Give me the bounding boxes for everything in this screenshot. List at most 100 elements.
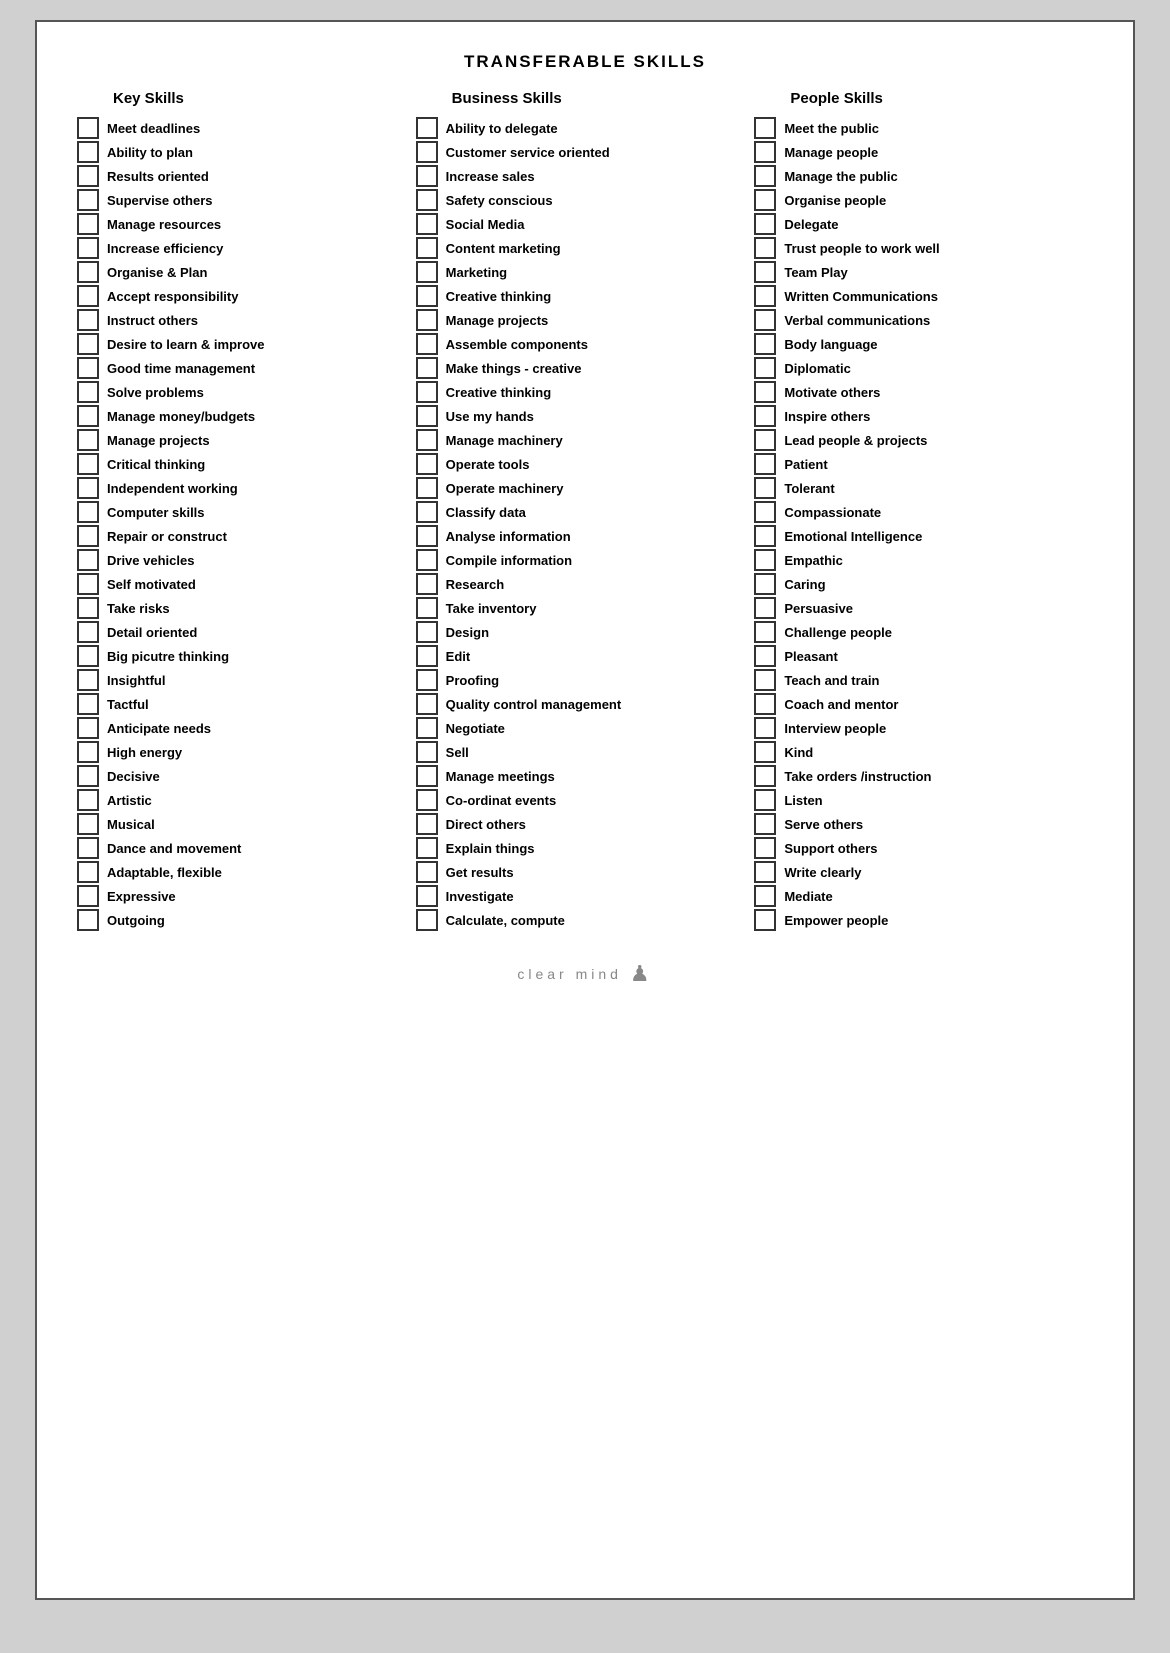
skill-checkbox[interactable]	[416, 573, 438, 595]
skill-checkbox[interactable]	[754, 429, 776, 451]
skill-checkbox[interactable]	[77, 837, 99, 859]
skill-checkbox[interactable]	[754, 861, 776, 883]
skill-checkbox[interactable]	[754, 453, 776, 475]
skill-checkbox[interactable]	[754, 213, 776, 235]
skill-checkbox[interactable]	[416, 381, 438, 403]
skill-checkbox[interactable]	[77, 789, 99, 811]
skill-checkbox[interactable]	[77, 693, 99, 715]
skill-checkbox[interactable]	[754, 165, 776, 187]
skill-checkbox[interactable]	[416, 117, 438, 139]
skill-checkbox[interactable]	[77, 573, 99, 595]
skill-checkbox[interactable]	[754, 885, 776, 907]
skill-checkbox[interactable]	[754, 117, 776, 139]
skill-checkbox[interactable]	[77, 549, 99, 571]
skill-checkbox[interactable]	[77, 429, 99, 451]
skill-checkbox[interactable]	[416, 549, 438, 571]
skill-checkbox[interactable]	[416, 813, 438, 835]
skill-checkbox[interactable]	[77, 405, 99, 427]
skill-checkbox[interactable]	[416, 789, 438, 811]
skill-checkbox[interactable]	[77, 645, 99, 667]
skill-checkbox[interactable]	[416, 309, 438, 331]
skill-checkbox[interactable]	[416, 765, 438, 787]
skill-checkbox[interactable]	[416, 909, 438, 931]
skill-checkbox[interactable]	[754, 789, 776, 811]
skill-checkbox[interactable]	[416, 645, 438, 667]
skill-checkbox[interactable]	[754, 501, 776, 523]
skill-checkbox[interactable]	[77, 885, 99, 907]
skill-checkbox[interactable]	[77, 189, 99, 211]
skill-checkbox[interactable]	[77, 285, 99, 307]
skill-checkbox[interactable]	[416, 405, 438, 427]
skill-checkbox[interactable]	[754, 237, 776, 259]
skill-checkbox[interactable]	[754, 477, 776, 499]
skill-checkbox[interactable]	[416, 693, 438, 715]
skill-checkbox[interactable]	[754, 813, 776, 835]
skill-checkbox[interactable]	[77, 357, 99, 379]
skill-checkbox[interactable]	[416, 861, 438, 883]
skill-checkbox[interactable]	[416, 141, 438, 163]
skill-checkbox[interactable]	[754, 573, 776, 595]
skill-checkbox[interactable]	[754, 693, 776, 715]
skill-checkbox[interactable]	[754, 141, 776, 163]
skill-checkbox[interactable]	[77, 765, 99, 787]
skill-checkbox[interactable]	[416, 453, 438, 475]
skill-checkbox[interactable]	[77, 141, 99, 163]
skill-checkbox[interactable]	[754, 717, 776, 739]
skill-checkbox[interactable]	[416, 885, 438, 907]
skill-checkbox[interactable]	[416, 429, 438, 451]
skill-checkbox[interactable]	[77, 309, 99, 331]
skill-checkbox[interactable]	[77, 213, 99, 235]
skill-checkbox[interactable]	[754, 309, 776, 331]
skill-checkbox[interactable]	[77, 909, 99, 931]
skill-checkbox[interactable]	[77, 861, 99, 883]
skill-checkbox[interactable]	[754, 261, 776, 283]
skill-checkbox[interactable]	[416, 477, 438, 499]
skill-checkbox[interactable]	[77, 261, 99, 283]
skill-checkbox[interactable]	[754, 909, 776, 931]
skill-checkbox[interactable]	[416, 741, 438, 763]
skill-checkbox[interactable]	[416, 333, 438, 355]
skill-checkbox[interactable]	[77, 477, 99, 499]
skill-checkbox[interactable]	[77, 669, 99, 691]
skill-checkbox[interactable]	[754, 669, 776, 691]
skill-checkbox[interactable]	[77, 381, 99, 403]
skill-checkbox[interactable]	[77, 741, 99, 763]
skill-checkbox[interactable]	[77, 813, 99, 835]
skill-checkbox[interactable]	[416, 261, 438, 283]
skill-checkbox[interactable]	[77, 165, 99, 187]
skill-checkbox[interactable]	[416, 525, 438, 547]
skill-checkbox[interactable]	[77, 717, 99, 739]
skill-checkbox[interactable]	[416, 165, 438, 187]
skill-checkbox[interactable]	[77, 117, 99, 139]
skill-checkbox[interactable]	[416, 357, 438, 379]
skill-checkbox[interactable]	[754, 285, 776, 307]
skill-checkbox[interactable]	[754, 525, 776, 547]
skill-checkbox[interactable]	[77, 597, 99, 619]
skill-checkbox[interactable]	[77, 501, 99, 523]
skill-checkbox[interactable]	[77, 237, 99, 259]
skill-checkbox[interactable]	[416, 285, 438, 307]
skill-checkbox[interactable]	[754, 645, 776, 667]
skill-checkbox[interactable]	[754, 549, 776, 571]
skill-checkbox[interactable]	[416, 237, 438, 259]
skill-checkbox[interactable]	[77, 453, 99, 475]
skill-checkbox[interactable]	[754, 765, 776, 787]
skill-checkbox[interactable]	[416, 189, 438, 211]
skill-checkbox[interactable]	[416, 621, 438, 643]
skill-checkbox[interactable]	[754, 189, 776, 211]
skill-checkbox[interactable]	[416, 597, 438, 619]
skill-checkbox[interactable]	[416, 717, 438, 739]
skill-checkbox[interactable]	[77, 525, 99, 547]
skill-checkbox[interactable]	[754, 357, 776, 379]
skill-checkbox[interactable]	[416, 501, 438, 523]
skill-checkbox[interactable]	[754, 837, 776, 859]
skill-checkbox[interactable]	[754, 621, 776, 643]
skill-checkbox[interactable]	[416, 213, 438, 235]
skill-checkbox[interactable]	[754, 597, 776, 619]
skill-checkbox[interactable]	[754, 741, 776, 763]
skill-checkbox[interactable]	[754, 405, 776, 427]
skill-checkbox[interactable]	[416, 669, 438, 691]
skill-checkbox[interactable]	[77, 333, 99, 355]
skill-checkbox[interactable]	[754, 381, 776, 403]
skill-checkbox[interactable]	[416, 837, 438, 859]
